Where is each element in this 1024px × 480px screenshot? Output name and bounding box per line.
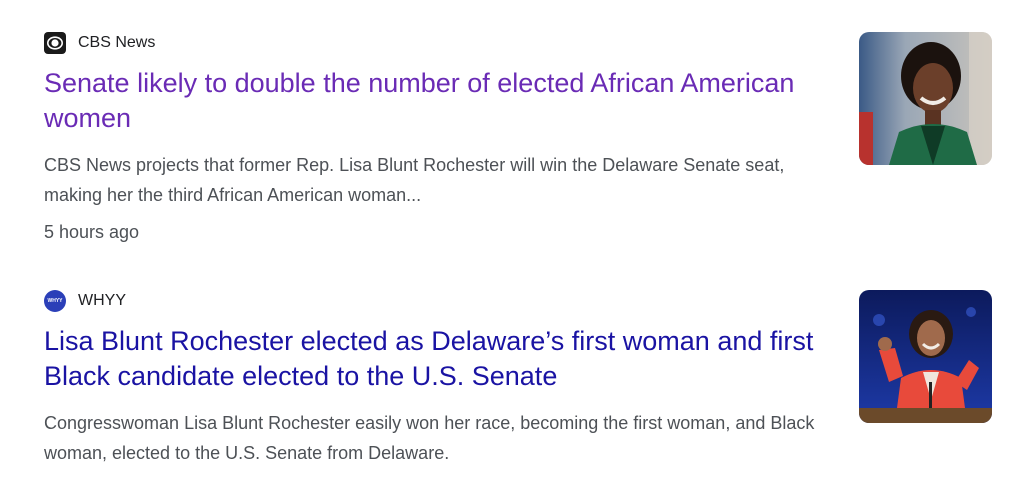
source-name: WHYY — [78, 292, 126, 309]
headline-link[interactable]: Lisa Blunt Rochester elected as Delaware… — [44, 324, 844, 394]
thumbnail-image[interactable] — [859, 32, 992, 165]
news-source[interactable]: CBS News — [44, 30, 992, 56]
cbs-logo-icon — [44, 32, 66, 54]
timestamp: 5 hours ago — [44, 222, 140, 242]
whyy-logo-icon: WHYY — [44, 290, 66, 312]
snippet-text: Congresswoman Lisa Blunt Rochester easil… — [44, 413, 815, 463]
news-result: CBS News Senate likely to double the num… — [44, 30, 992, 244]
news-result: WHYY WHYY Lisa Blunt Rochester elected a… — [44, 288, 992, 468]
snippet-text: CBS News projects that former Rep. Lisa … — [44, 155, 785, 205]
thumbnail-image[interactable] — [859, 290, 992, 423]
source-name: CBS News — [78, 34, 156, 51]
news-source[interactable]: WHYY WHYY — [44, 288, 992, 314]
headline-link[interactable]: Senate likely to double the number of el… — [44, 66, 844, 136]
